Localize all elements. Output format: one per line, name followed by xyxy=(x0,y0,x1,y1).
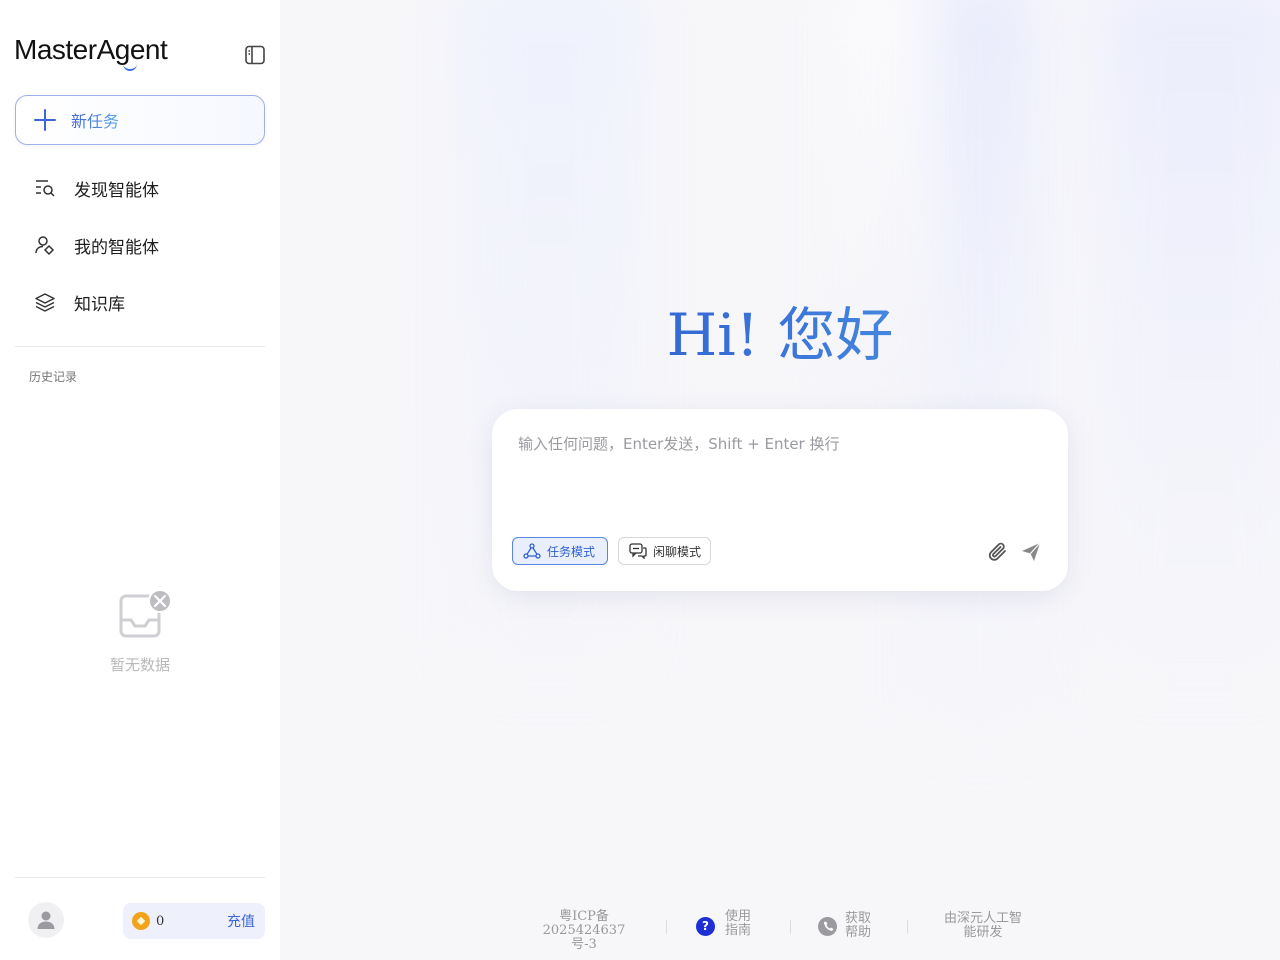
help-line-2: 帮助 xyxy=(845,925,872,940)
developer-credit: 由深元人工智 能研发 xyxy=(935,912,1031,940)
footer-separator xyxy=(907,920,908,934)
discover-search-icon xyxy=(34,177,56,199)
credit-line-2: 能研发 xyxy=(963,925,1003,940)
question-mark-icon: ? xyxy=(696,917,715,936)
plus-icon xyxy=(33,108,57,132)
guide-line-2: 指南 xyxy=(725,923,752,938)
credit-balance: 0 充值 xyxy=(123,903,265,939)
sidebar-item-my-agents[interactable]: 我的智能体 xyxy=(15,223,265,267)
app-logo-text: MasterAgent xyxy=(14,34,168,65)
chat-mode-label: 闲聊模式 xyxy=(653,544,702,559)
attachment-clip-icon[interactable] xyxy=(986,540,1010,564)
sidebar: MasterAgent 新任务 发现智能体 我的智能体 知识库 历史记录 暂无数… xyxy=(0,0,280,960)
send-icon[interactable] xyxy=(1019,540,1043,564)
chat-mode-button[interactable]: 闲聊模式 xyxy=(618,537,711,565)
user-agent-icon xyxy=(34,234,56,256)
credit-line-1: 由深元人工智 xyxy=(943,911,1022,926)
icp-line-1: 粤ICP备 xyxy=(559,909,609,924)
footer-separator xyxy=(666,920,667,934)
user-avatar-icon xyxy=(37,911,55,929)
empty-inbox-icon xyxy=(119,589,172,638)
guide-line-1: 使用 xyxy=(725,909,752,924)
app-logo: MasterAgent xyxy=(14,34,168,71)
sidebar-item-label: 我的智能体 xyxy=(74,237,159,258)
chat-composer: 任务模式 闲聊模式 xyxy=(492,409,1068,591)
recharge-button[interactable]: 充值 xyxy=(227,911,255,931)
chat-mode-icon xyxy=(629,543,647,559)
history-title: 历史记录 xyxy=(29,370,78,384)
coin-icon xyxy=(132,912,150,930)
sidebar-collapse-icon[interactable] xyxy=(244,44,266,66)
sidebar-divider xyxy=(15,346,265,347)
layers-icon xyxy=(34,291,56,313)
phone-icon xyxy=(818,917,837,936)
sidebar-bottom-divider xyxy=(15,877,265,878)
task-mode-button[interactable]: 任务模式 xyxy=(512,537,608,565)
task-mode-label: 任务模式 xyxy=(547,544,596,559)
help-line-1: 获取 xyxy=(845,911,872,926)
usage-guide-link[interactable]: 使用 指南 xyxy=(725,910,757,938)
task-mode-icon xyxy=(523,543,541,559)
logo-smile-mark xyxy=(123,64,137,71)
empty-state: 暂无数据 xyxy=(90,588,190,675)
icp-record[interactable]: 粤ICP备 2025424637号-3 xyxy=(532,910,636,952)
sidebar-item-label: 知识库 xyxy=(74,294,125,315)
get-help-link[interactable]: 获取 帮助 xyxy=(845,912,877,940)
greeting-title: Hi! 您好 xyxy=(280,298,1280,372)
sidebar-item-knowledge-base[interactable]: 知识库 xyxy=(15,280,265,324)
avatar[interactable] xyxy=(28,902,64,938)
empty-state-label: 暂无数据 xyxy=(109,656,170,674)
new-task-button[interactable]: 新任务 xyxy=(15,95,265,145)
message-input[interactable] xyxy=(518,433,1038,513)
new-task-label: 新任务 xyxy=(71,108,119,132)
icp-line-2: 2025424637号-3 xyxy=(542,923,626,952)
sidebar-item-discover-agents[interactable]: 发现智能体 xyxy=(15,166,265,210)
sidebar-item-label: 发现智能体 xyxy=(74,180,159,201)
credit-value: 0 xyxy=(156,913,165,929)
main-area: Hi! 您好 任务模式 闲聊模式 粤ICP备 2025424637号-3 ? 使… xyxy=(280,0,1280,960)
footer-separator xyxy=(790,920,791,934)
